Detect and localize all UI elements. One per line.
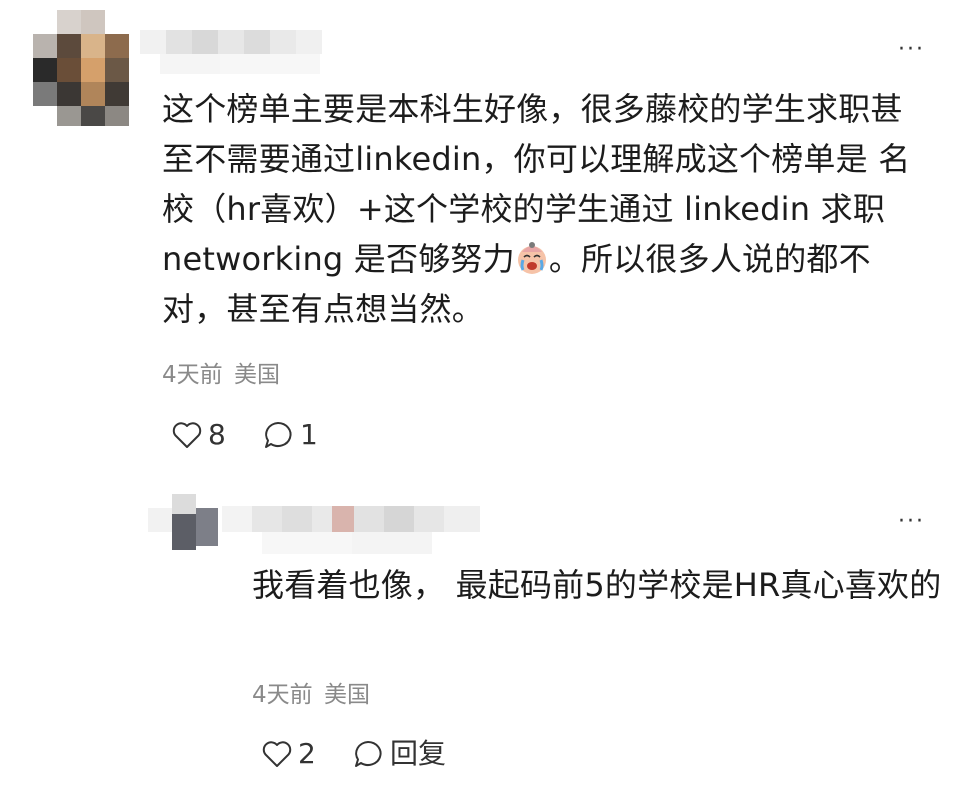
comment-location: 美国: [233, 362, 280, 388]
comment-time: 4天前: [162, 362, 223, 388]
reply-like-button[interactable]: 2: [262, 738, 316, 770]
heart-icon: [262, 741, 292, 767]
crying-face-emoji-icon: [517, 242, 546, 274]
comment-username-blurred[interactable]: [140, 30, 330, 78]
reply-text: 我看着也像， 最起码前5的学校是HR真心喜欢的: [252, 566, 942, 604]
reply-button-label: 回复: [390, 737, 447, 770]
comment-text: 这个榜单主要是本科生好像，很多藤校的学生求职甚至不需要通过linkedin，你可…: [162, 84, 932, 334]
speech-bubble-icon: [265, 421, 292, 448]
heart-icon: [172, 422, 202, 448]
reply-avatar[interactable]: [148, 494, 220, 552]
comment-meta: 4天前 美国: [162, 360, 280, 390]
comment-reply-count-button[interactable]: 1: [262, 419, 318, 451]
reply-username-blurred[interactable]: [222, 506, 492, 558]
reply-time: 4天前: [252, 682, 313, 708]
reply-location: 美国: [323, 682, 370, 708]
reply-more-button[interactable]: ···: [898, 511, 925, 533]
comment-avatar[interactable]: [33, 10, 129, 126]
comment-more-button[interactable]: ···: [898, 39, 925, 61]
reply-reply-button[interactable]: 回复: [352, 738, 446, 770]
speech-bubble-icon: [355, 740, 382, 767]
comment-reply-count: 1: [300, 418, 318, 451]
comment-like-count: 8: [208, 418, 226, 451]
reply-like-count: 2: [298, 737, 316, 770]
reply-meta: 4天前 美国: [252, 680, 370, 710]
comment-like-button[interactable]: 8: [172, 419, 226, 451]
